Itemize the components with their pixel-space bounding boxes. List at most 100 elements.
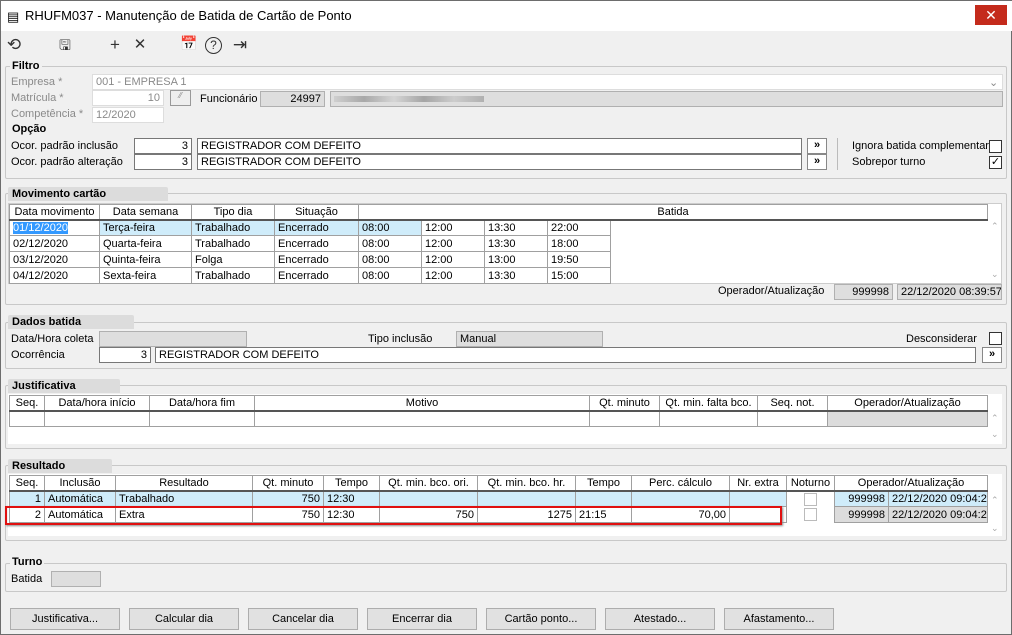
- cell[interactable]: 18:00: [547, 235, 611, 252]
- justificativa-button[interactable]: Justificativa...: [10, 608, 120, 630]
- col-header[interactable]: Inclusão: [44, 475, 116, 492]
- cell[interactable]: Quarta-feira: [99, 235, 192, 252]
- cell[interactable]: 08:00: [358, 267, 422, 284]
- cell[interactable]: 08:00: [358, 219, 422, 236]
- cell[interactable]: 12:00: [421, 219, 485, 236]
- cell[interactable]: 08:00: [358, 251, 422, 268]
- col-header[interactable]: Batida: [358, 204, 988, 221]
- cell[interactable]: Automática: [44, 490, 116, 507]
- afastamento-button[interactable]: Afastamento...: [724, 608, 834, 630]
- noturno-checkbox[interactable]: [804, 508, 817, 521]
- col-header[interactable]: Resultado: [115, 475, 253, 492]
- inclusao-code[interactable]: 3: [134, 138, 192, 154]
- cell[interactable]: 19:50: [547, 251, 611, 268]
- cell[interactable]: 02/12/2020: [9, 235, 100, 252]
- col-header[interactable]: Qt. min. bco. hr.: [477, 475, 576, 492]
- cell[interactable]: 13:30: [484, 267, 548, 284]
- inclusao-lookup-button[interactable]: »: [807, 138, 827, 154]
- cell[interactable]: Terça-feira: [99, 219, 192, 236]
- col-header[interactable]: Data semana: [99, 204, 192, 221]
- cell[interactable]: Encerrado: [274, 251, 359, 268]
- save-icon[interactable]: 🖫: [55, 35, 75, 59]
- table-row[interactable]: 03/12/2020 Quinta-feira Folga Encerrado 08:0…: [9, 251, 988, 268]
- cell[interactable]: 13:30: [484, 219, 548, 236]
- col-header[interactable]: Seq.: [9, 475, 45, 492]
- scroll-down-icon[interactable]: ⌄: [991, 429, 999, 440]
- alteracao-code[interactable]: 3: [134, 154, 192, 170]
- table-row[interactable]: 04/12/2020 Sexta-feira Trabalhado Encerrado…: [9, 267, 988, 284]
- col-header[interactable]: Data/hora fim: [149, 395, 255, 412]
- cell[interactable]: 22:00: [547, 219, 611, 236]
- noturno-checkbox[interactable]: [804, 492, 817, 506]
- desconsiderar-checkbox[interactable]: [989, 332, 1002, 345]
- cell[interactable]: 13:00: [484, 251, 548, 268]
- col-header[interactable]: Data movimento: [9, 204, 100, 221]
- cartao-ponto-button[interactable]: Cartão ponto...: [486, 608, 596, 630]
- table-row[interactable]: 02/12/2020 Quarta-feira Trabalhado Encerrad…: [9, 235, 988, 252]
- col-header[interactable]: Tempo: [575, 475, 632, 492]
- encerrar-dia-button[interactable]: Encerrar dia: [367, 608, 477, 630]
- cell[interactable]: Encerrado: [274, 267, 359, 284]
- cell[interactable]: 12:00: [421, 251, 485, 268]
- scroll-down-icon[interactable]: ⌄: [991, 523, 999, 534]
- col-header[interactable]: Operador/Atualização: [834, 475, 988, 492]
- calcular-dia-button[interactable]: Calcular dia: [129, 608, 239, 630]
- matricula-field[interactable]: 10: [92, 90, 164, 106]
- col-header[interactable]: Seq.: [9, 395, 45, 412]
- add-icon[interactable]: +: [105, 35, 125, 55]
- alteracao-lookup-button[interactable]: »: [807, 154, 827, 170]
- cell[interactable]: [575, 490, 632, 507]
- cell[interactable]: 1: [9, 490, 45, 507]
- col-header[interactable]: Seq. not.: [757, 395, 828, 412]
- cancelar-dia-button[interactable]: Cancelar dia: [248, 608, 358, 630]
- col-header[interactable]: Qt. min. bco. ori.: [379, 475, 478, 492]
- cell[interactable]: Encerrado: [274, 235, 359, 252]
- cell[interactable]: Sexta-feira: [99, 267, 192, 284]
- cell[interactable]: 750: [252, 490, 324, 507]
- col-header[interactable]: Motivo: [254, 395, 590, 412]
- scroll-up-icon[interactable]: ⌃: [991, 413, 999, 424]
- atestado-button[interactable]: Atestado...: [605, 608, 715, 630]
- cell[interactable]: [631, 490, 730, 507]
- cell[interactable]: 12:00: [421, 235, 485, 252]
- cell[interactable]: 12:30: [323, 490, 380, 507]
- exit-icon[interactable]: ⇥: [230, 35, 250, 55]
- cell[interactable]: 15:00: [547, 267, 611, 284]
- col-header[interactable]: Qt. minuto: [589, 395, 660, 412]
- cell[interactable]: Trabalhado: [191, 235, 275, 252]
- cell[interactable]: 08:00: [358, 235, 422, 252]
- ocorrencia-lookup-button[interactable]: »: [982, 347, 1002, 363]
- search-button[interactable]: ⁄⁄: [170, 90, 191, 106]
- col-header[interactable]: Nr. extra: [729, 475, 787, 492]
- cell[interactable]: 04/12/2020: [9, 267, 100, 284]
- empresa-select[interactable]: 001 - EMPRESA 1: [92, 74, 1003, 90]
- cell[interactable]: [477, 490, 576, 507]
- col-header[interactable]: Situação: [274, 204, 359, 221]
- cell[interactable]: Encerrado: [274, 219, 359, 236]
- col-header[interactable]: Noturno: [786, 475, 835, 492]
- col-header[interactable]: Operador/Atualização: [827, 395, 988, 412]
- col-header[interactable]: Data/hora início: [44, 395, 150, 412]
- cell[interactable]: Folga: [191, 251, 275, 268]
- col-header[interactable]: Tempo: [323, 475, 380, 492]
- scroll-down-icon[interactable]: ⌄: [991, 269, 999, 280]
- cell[interactable]: 03/12/2020: [9, 251, 100, 268]
- cell[interactable]: 12:00: [421, 267, 485, 284]
- cell[interactable]: Trabalhado: [191, 267, 275, 284]
- scroll-up-icon[interactable]: ⌃: [991, 495, 999, 506]
- table-row[interactable]: 1 Automática Trabalhado 750 12:30 999998 22/12…: [9, 490, 988, 507]
- cell[interactable]: 01/12/2020: [13, 221, 69, 234]
- scroll-up-icon[interactable]: ⌃: [991, 221, 999, 232]
- close-button[interactable]: ✕: [975, 5, 1007, 25]
- col-header[interactable]: Qt. min. falta bco.: [659, 395, 758, 412]
- col-header[interactable]: Perc. cálculo: [631, 475, 730, 492]
- delete-icon[interactable]: ✕: [130, 35, 150, 53]
- table-row[interactable]: 01/12/2020 Terça-feira Trabalhado Encerrado…: [9, 219, 988, 236]
- cell[interactable]: [729, 490, 787, 507]
- ocorrencia-code[interactable]: 3: [99, 347, 151, 363]
- calendar-icon[interactable]: 📅: [179, 35, 199, 52]
- col-header[interactable]: Qt. minuto: [252, 475, 324, 492]
- sobrepor-checkbox[interactable]: ✓: [989, 156, 1002, 169]
- help-icon[interactable]: ?: [205, 37, 222, 54]
- cell[interactable]: [379, 490, 478, 507]
